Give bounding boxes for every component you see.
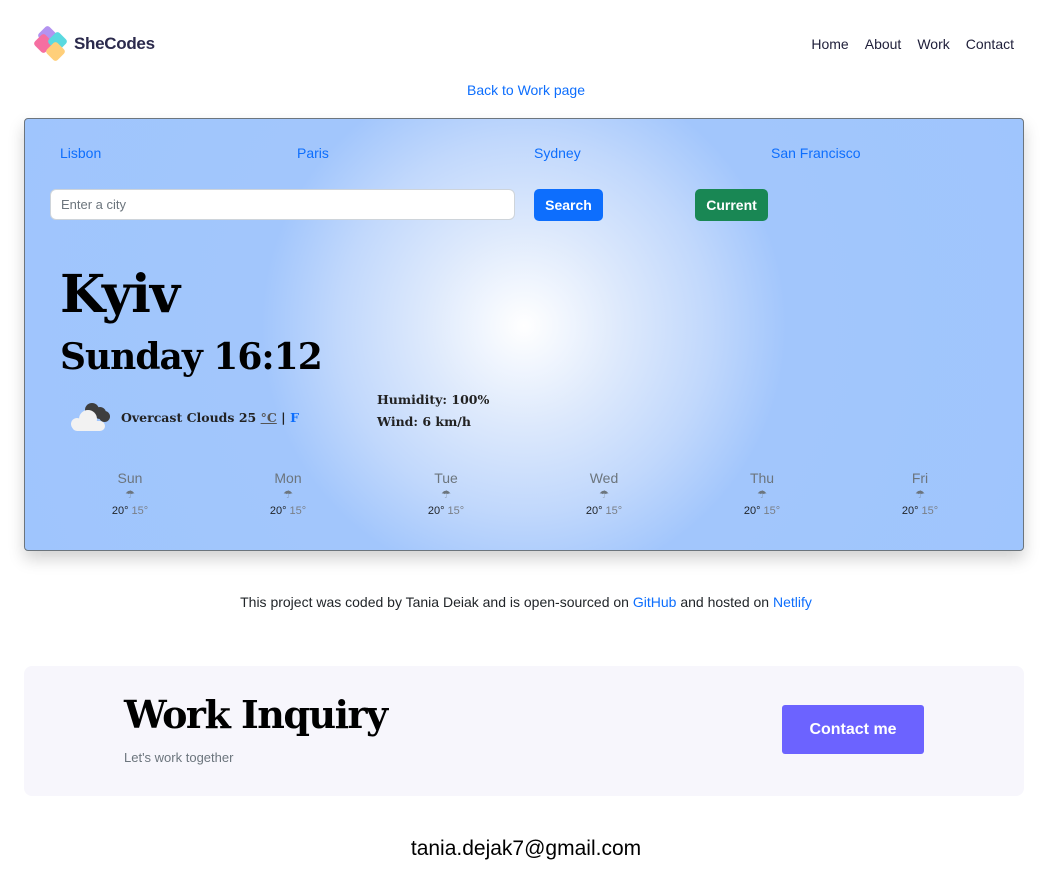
nav-about[interactable]: About bbox=[865, 36, 902, 52]
forecast-day: Thu ☂ 20° 15° bbox=[683, 470, 841, 517]
contact-email[interactable]: tania.dejak7@gmail.com bbox=[0, 837, 1052, 861]
city-link-paris[interactable]: Paris bbox=[297, 145, 329, 161]
humidity: Humidity: 100% bbox=[377, 392, 490, 407]
forecast-min: 15° bbox=[763, 505, 781, 517]
umbrella-icon: ☂ bbox=[283, 489, 293, 501]
forecast-day-name: Mon bbox=[274, 470, 302, 486]
wind-speed: Wind: 6 km/h bbox=[377, 414, 471, 429]
city-search-input[interactable] bbox=[50, 189, 515, 220]
city-link-lisbon[interactable]: Lisbon bbox=[60, 145, 101, 161]
celsius-link[interactable]: °C bbox=[261, 410, 277, 425]
forecast-day-name: Wed bbox=[589, 470, 619, 486]
weather-description: Overcast Clouds 25 °C | F bbox=[121, 410, 299, 425]
site-header: SheCodes Home About Work Contact bbox=[0, 0, 1052, 80]
inquiry-title: Work Inquiry bbox=[124, 692, 388, 737]
forecast-max: 20° bbox=[269, 505, 287, 517]
forecast-max: 20° bbox=[111, 505, 129, 517]
forecast-max: 20° bbox=[585, 505, 603, 517]
forecast-max: 20° bbox=[901, 505, 919, 517]
inquiry-subtitle: Let's work together bbox=[124, 750, 234, 765]
forecast-day-name: Sun bbox=[117, 470, 143, 486]
umbrella-icon: ☂ bbox=[599, 489, 609, 501]
forecast-max: 20° bbox=[427, 505, 445, 517]
back-to-work-link[interactable]: Back to Work page bbox=[467, 82, 585, 98]
forecast-day: Sun ☂ 20° 15° bbox=[51, 470, 209, 517]
credit-prefix: This project was coded by Tania Deiak an… bbox=[240, 594, 629, 610]
forecast-day-name: Thu bbox=[749, 470, 775, 486]
forecast-min: 15° bbox=[447, 505, 465, 517]
nav-home[interactable]: Home bbox=[811, 36, 848, 52]
nav-contact[interactable]: Contact bbox=[966, 36, 1014, 52]
umbrella-icon: ☂ bbox=[757, 489, 767, 501]
forecast-day: Tue ☂ 20° 15° bbox=[367, 470, 525, 517]
logo-mark-icon bbox=[32, 24, 72, 63]
forecast-day: Mon ☂ 20° 15° bbox=[209, 470, 367, 517]
current-temperature: 25 bbox=[238, 409, 257, 425]
forecast-day-name: Fri bbox=[911, 470, 929, 486]
current-conditions: Overcast Clouds 25 °C | F bbox=[69, 401, 299, 433]
weather-app-card: Lisbon Paris Sydney San Francisco Search… bbox=[24, 118, 1024, 551]
back-link-container: Back to Work page bbox=[0, 82, 1052, 100]
overcast-clouds-icon bbox=[69, 401, 113, 433]
condition-text: Overcast Clouds bbox=[121, 409, 235, 425]
forecast: Sun ☂ 20° 15° Mon ☂ 20° 15° Tue ☂ 20° 15… bbox=[51, 470, 999, 517]
contact-me-button[interactable]: Contact me bbox=[782, 705, 924, 754]
forecast-min: 15° bbox=[131, 505, 149, 517]
nav-work[interactable]: Work bbox=[917, 36, 949, 52]
city-link-san-francisco[interactable]: San Francisco bbox=[771, 145, 860, 161]
city-link-sydney[interactable]: Sydney bbox=[534, 145, 581, 161]
credit-middle: and hosted on bbox=[680, 594, 770, 610]
work-inquiry-section: Work Inquiry Let's work together Contact… bbox=[24, 666, 1024, 796]
forecast-max: 20° bbox=[743, 505, 761, 517]
search-button[interactable]: Search bbox=[534, 189, 603, 221]
umbrella-icon: ☂ bbox=[441, 489, 451, 501]
github-link[interactable]: GitHub bbox=[633, 594, 677, 610]
logo-text: SheCodes bbox=[74, 34, 155, 53]
forecast-min: 15° bbox=[605, 505, 623, 517]
forecast-day-name: Tue bbox=[434, 470, 458, 486]
forecast-min: 15° bbox=[289, 505, 307, 517]
fahrenheit-link[interactable]: F bbox=[290, 410, 299, 425]
umbrella-icon: ☂ bbox=[915, 489, 925, 501]
umbrella-icon: ☂ bbox=[125, 489, 135, 501]
project-credit: This project was coded by Tania Deiak an… bbox=[0, 594, 1052, 610]
unit-separator: | bbox=[281, 409, 286, 425]
netlify-link[interactable]: Netlify bbox=[773, 594, 812, 610]
weather-details: Humidity: 100% Wind: 6 km/h bbox=[377, 389, 489, 433]
forecast-day: Wed ☂ 20° 15° bbox=[525, 470, 683, 517]
city-name: Kyiv bbox=[60, 264, 180, 325]
main-nav: Home About Work Contact bbox=[811, 36, 1014, 52]
forecast-day: Fri ☂ 20° 15° bbox=[841, 470, 999, 517]
current-location-button[interactable]: Current bbox=[695, 189, 768, 221]
forecast-min: 15° bbox=[921, 505, 939, 517]
date-time: Sunday 16:12 bbox=[60, 336, 323, 378]
logo[interactable]: SheCodes bbox=[32, 24, 155, 63]
